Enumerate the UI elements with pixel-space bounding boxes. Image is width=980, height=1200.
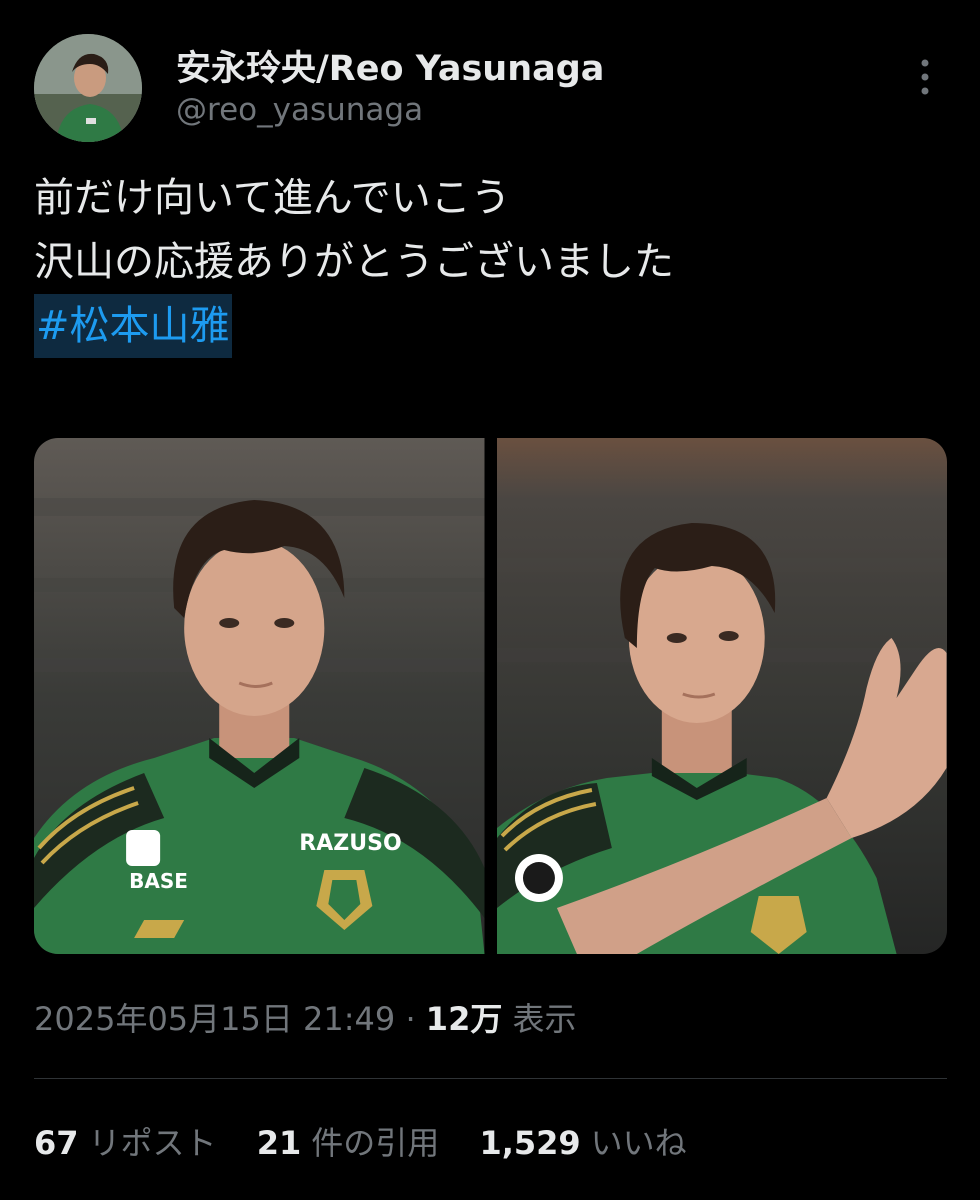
hashtag-link[interactable]: #松本山雅 [34, 294, 232, 358]
tweet-text: 前だけ向いて進んでいこう 沢山の応援ありがとうございました #松本山雅 [34, 166, 934, 358]
handle[interactable]: @reo_yasunaga [176, 92, 423, 128]
engagement-stats: 67 リポスト 21 件の引用 1,529 いいね [34, 1118, 717, 1164]
media-grid: BASE RAZUSO [34, 438, 947, 954]
quotes-label: 件の引用 [311, 1124, 440, 1162]
likes-count: 1,529 [479, 1124, 581, 1162]
tweet-line: 前だけ向いて進んでいこう [34, 175, 511, 221]
divider [34, 1078, 947, 1079]
jersey-sponsor-razuso: RAZUSO [299, 831, 401, 856]
reposts-stat[interactable]: 67 リポスト [34, 1118, 217, 1164]
tweet-line: 沢山の応援ありがとうございました [34, 239, 674, 285]
views-label: 表示 [512, 1000, 577, 1038]
quotes-stat[interactable]: 21 件の引用 [257, 1118, 440, 1164]
timestamp[interactable]: 2025年05月15日 21:49 [34, 1000, 395, 1038]
quotes-count: 21 [256, 1124, 302, 1162]
avatar[interactable] [34, 34, 142, 142]
display-name[interactable]: 安永玲央/Reo Yasunaga [176, 40, 604, 91]
jersey-sponsor-base: BASE [129, 869, 188, 893]
views-count: 12万 [425, 1000, 503, 1038]
more-vertical-icon [921, 59, 929, 95]
more-button[interactable] [900, 52, 950, 102]
reposts-label: リポスト [88, 1124, 217, 1162]
player-photo-1: BASE RAZUSO [34, 438, 485, 954]
photo-1[interactable]: BASE RAZUSO [34, 438, 485, 954]
likes-stat[interactable]: 1,529 いいね [479, 1118, 686, 1164]
tweet-meta: 2025年05月15日 21:49 · 12万 表示 [34, 994, 577, 1040]
player-photo-2 [496, 438, 947, 954]
reposts-count: 67 [34, 1124, 79, 1162]
avatar-photo [34, 34, 142, 142]
meta-separator: · [405, 1000, 416, 1038]
likes-label: いいね [590, 1124, 687, 1162]
photo-2[interactable] [496, 438, 947, 954]
